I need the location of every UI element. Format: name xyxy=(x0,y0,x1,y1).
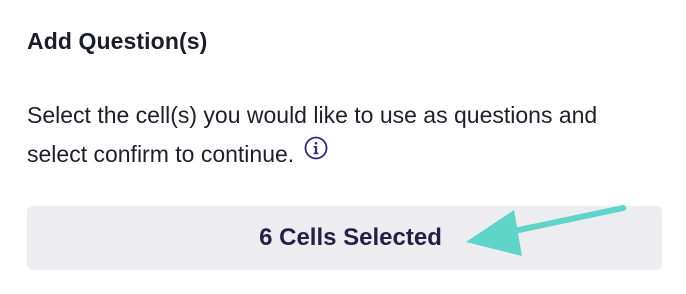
arrow-left-icon xyxy=(466,205,626,256)
add-questions-panel: Add Question(s) Select the cell(s) you w… xyxy=(0,0,686,294)
cells-selected-label: 6 Cells Selected xyxy=(259,224,442,251)
info-circle-icon[interactable] xyxy=(304,133,328,172)
panel-title: Add Question(s) xyxy=(27,28,208,54)
panel-description: Select the cell(s) you would like to use… xyxy=(27,96,647,175)
